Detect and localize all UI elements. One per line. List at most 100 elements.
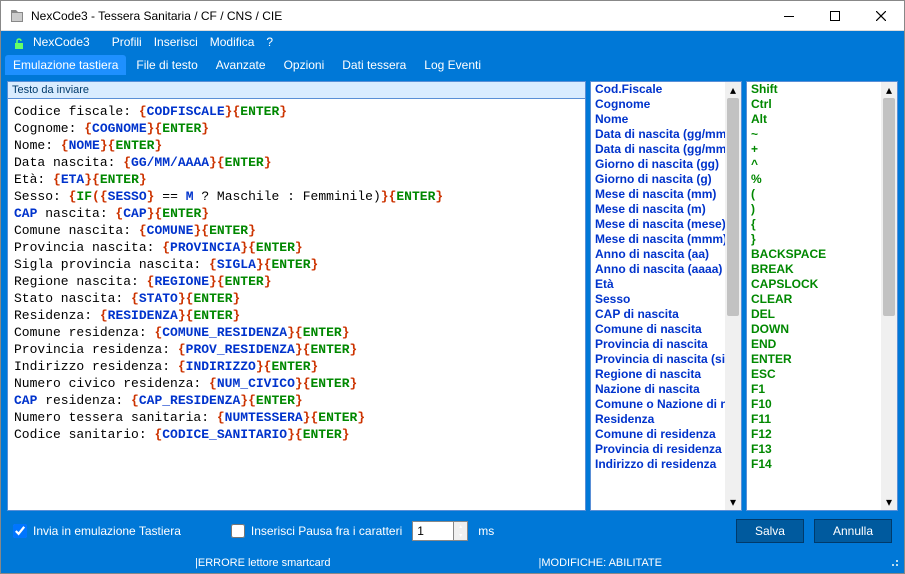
list-item[interactable]: DEL bbox=[747, 307, 881, 322]
list-item[interactable]: % bbox=[747, 172, 881, 187]
close-button[interactable] bbox=[858, 1, 904, 31]
list-item[interactable]: ^ bbox=[747, 157, 881, 172]
list-item[interactable]: ENTER bbox=[747, 352, 881, 367]
list-item[interactable]: ( bbox=[747, 187, 881, 202]
menu-profili[interactable]: Profili bbox=[106, 33, 148, 51]
list-item[interactable]: Indirizzo di residenza bbox=[591, 457, 725, 472]
resize-grip-icon[interactable] bbox=[888, 556, 904, 571]
bottom-controls: Invia in emulazione Tastiera Inserisci P… bbox=[7, 515, 898, 547]
list-item[interactable]: Mese di nascita (mmm) bbox=[591, 232, 725, 247]
list-item[interactable]: F14 bbox=[747, 457, 881, 472]
tab-opzioni[interactable]: Opzioni bbox=[276, 55, 333, 75]
tab-emulazione-tastiera[interactable]: Emulazione tastiera bbox=[5, 55, 126, 75]
list-item[interactable]: Mese di nascita (m) bbox=[591, 202, 725, 217]
send-emulation-checkbox[interactable]: Invia in emulazione Tastiera bbox=[13, 524, 181, 538]
list-item[interactable]: Comune di residenza bbox=[591, 427, 725, 442]
list-item[interactable]: Comune di nascita bbox=[591, 322, 725, 337]
list-item[interactable]: } bbox=[747, 232, 881, 247]
scroll-down-icon[interactable]: ▾ bbox=[725, 494, 741, 510]
keys-list[interactable]: ShiftCtrlAlt~+^%(){}BACKSPACEBREAKCAPSLO… bbox=[747, 82, 881, 510]
save-button[interactable]: Salva bbox=[736, 519, 804, 543]
spin-up-icon[interactable]: ▴ bbox=[453, 522, 467, 531]
tab-dati-tessera[interactable]: Dati tessera bbox=[334, 55, 414, 75]
status-left: |ERRORE lettore smartcard bbox=[191, 557, 335, 569]
scroll-down-icon[interactable]: ▾ bbox=[881, 494, 897, 510]
menubar: NexCode3 ProfiliInserisciModifica? bbox=[1, 31, 904, 53]
list-item[interactable]: Regione di nascita bbox=[591, 367, 725, 382]
chk1-label: Invia in emulazione Tastiera bbox=[33, 524, 181, 538]
list-item[interactable]: F13 bbox=[747, 442, 881, 457]
list-item[interactable]: Data di nascita (gg/mm/ bbox=[591, 142, 725, 157]
list-item[interactable]: Giorno di nascita (g) bbox=[591, 172, 725, 187]
menu-app[interactable]: NexCode3 bbox=[27, 33, 96, 51]
list-item[interactable]: Residenza bbox=[591, 412, 725, 427]
list-item[interactable]: Data di nascita (gg/mm/ bbox=[591, 127, 725, 142]
list-item[interactable]: BACKSPACE bbox=[747, 247, 881, 262]
list-item[interactable]: { bbox=[747, 217, 881, 232]
keys-list-panel: ShiftCtrlAlt~+^%(){}BACKSPACEBREAKCAPSLO… bbox=[746, 81, 898, 511]
cancel-button[interactable]: Annulla bbox=[814, 519, 892, 543]
fields-list[interactable]: Cod.FiscaleCognomeNomeData di nascita (g… bbox=[591, 82, 725, 510]
list-item[interactable]: CAPSLOCK bbox=[747, 277, 881, 292]
ms-input[interactable] bbox=[413, 524, 453, 538]
tab-log-eventi[interactable]: Log Eventi bbox=[416, 55, 489, 75]
list-item[interactable]: Nome bbox=[591, 112, 725, 127]
list-item[interactable]: Anno di nascita (aaaa) bbox=[591, 262, 725, 277]
list-item[interactable]: Nazione di nascita bbox=[591, 382, 725, 397]
tab-avanzate[interactable]: Avanzate bbox=[208, 55, 274, 75]
scroll-up-icon[interactable]: ▴ bbox=[881, 82, 897, 98]
list-item[interactable]: Mese di nascita (mese) bbox=[591, 217, 725, 232]
list-item[interactable]: Alt bbox=[747, 112, 881, 127]
editor-header: Testo da inviare bbox=[8, 82, 585, 99]
list-item[interactable]: Provincia di nascita bbox=[591, 337, 725, 352]
menu-?[interactable]: ? bbox=[260, 33, 279, 51]
list-item[interactable]: Comune o Nazione di nas bbox=[591, 397, 725, 412]
minimize-button[interactable] bbox=[766, 1, 812, 31]
list-item[interactable]: ) bbox=[747, 202, 881, 217]
app-icon bbox=[9, 8, 25, 24]
list-item[interactable]: Mese di nascita (mm) bbox=[591, 187, 725, 202]
keys-scrollbar[interactable]: ▴ ▾ bbox=[881, 82, 897, 510]
tab-file-di-testo[interactable]: File di testo bbox=[128, 55, 205, 75]
tabbar: Emulazione tastieraFile di testoAvanzate… bbox=[1, 53, 904, 75]
list-item[interactable]: CLEAR bbox=[747, 292, 881, 307]
list-item[interactable]: F10 bbox=[747, 397, 881, 412]
list-item[interactable]: BREAK bbox=[747, 262, 881, 277]
menu-inserisci[interactable]: Inserisci bbox=[148, 33, 204, 51]
titlebar: NexCode3 - Tessera Sanitaria / CF / CNS … bbox=[1, 1, 904, 31]
menu-modifica[interactable]: Modifica bbox=[204, 33, 261, 51]
insert-pause-checkbox[interactable]: Inserisci Pausa fra i caratteri bbox=[231, 524, 402, 538]
editor-panel: Testo da inviare Codice fiscale: {CODFIS… bbox=[7, 81, 586, 511]
maximize-button[interactable] bbox=[812, 1, 858, 31]
list-item[interactable]: Sesso bbox=[591, 292, 725, 307]
list-item[interactable]: Provincia di residenza bbox=[591, 442, 725, 457]
list-item[interactable]: Giorno di nascita (gg) bbox=[591, 157, 725, 172]
scroll-up-icon[interactable]: ▴ bbox=[725, 82, 741, 98]
fields-scrollbar[interactable]: ▴ ▾ bbox=[725, 82, 741, 510]
list-item[interactable]: Ctrl bbox=[747, 97, 881, 112]
list-item[interactable]: Provincia di nascita (sigl bbox=[591, 352, 725, 367]
list-item[interactable]: F11 bbox=[747, 412, 881, 427]
list-item[interactable]: Età bbox=[591, 277, 725, 292]
list-item[interactable]: ~ bbox=[747, 127, 881, 142]
fields-list-panel: Cod.FiscaleCognomeNomeData di nascita (g… bbox=[590, 81, 742, 511]
list-item[interactable]: Anno di nascita (aa) bbox=[591, 247, 725, 262]
list-item[interactable]: F1 bbox=[747, 382, 881, 397]
ms-spinner[interactable]: ▴▾ bbox=[412, 521, 468, 541]
unlock-icon bbox=[5, 34, 21, 50]
list-item[interactable]: Shift bbox=[747, 82, 881, 97]
statusbar: |ERRORE lettore smartcard |MODIFICHE: AB… bbox=[1, 553, 904, 573]
ms-unit: ms bbox=[478, 524, 494, 538]
list-item[interactable]: Cognome bbox=[591, 97, 725, 112]
editor-textarea[interactable]: Codice fiscale: {CODFISCALE}{ENTER}Cogno… bbox=[8, 99, 585, 510]
list-item[interactable]: CAP di nascita bbox=[591, 307, 725, 322]
list-item[interactable]: Cod.Fiscale bbox=[591, 82, 725, 97]
list-item[interactable]: END bbox=[747, 337, 881, 352]
client-area: Testo da inviare Codice fiscale: {CODFIS… bbox=[1, 75, 904, 553]
spin-down-icon[interactable]: ▾ bbox=[453, 531, 467, 540]
list-item[interactable]: ESC bbox=[747, 367, 881, 382]
window-title: NexCode3 - Tessera Sanitaria / CF / CNS … bbox=[31, 9, 766, 23]
list-item[interactable]: DOWN bbox=[747, 322, 881, 337]
list-item[interactable]: F12 bbox=[747, 427, 881, 442]
list-item[interactable]: + bbox=[747, 142, 881, 157]
